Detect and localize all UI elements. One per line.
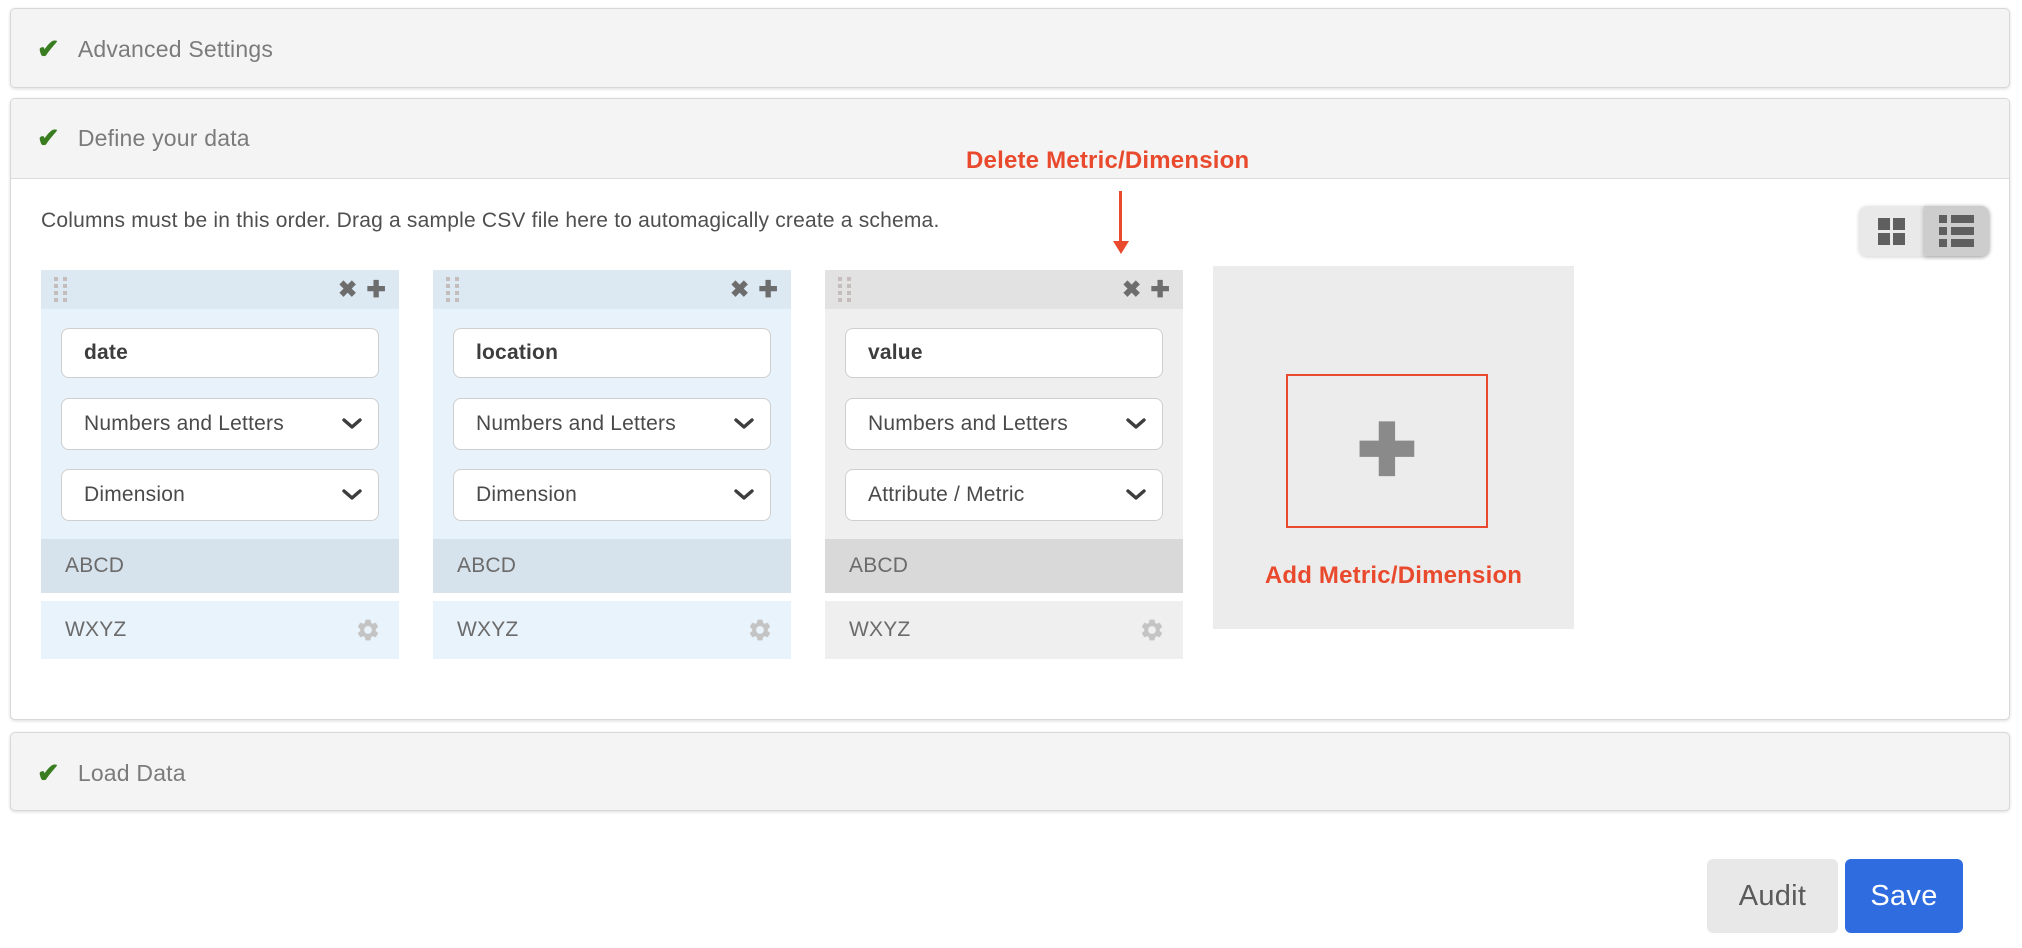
drag-handle-icon[interactable] (54, 277, 67, 302)
column-card-body: Numbers and Letters Attribute / Metric (825, 309, 1183, 539)
column-card-header: ✖ ✚ (825, 270, 1183, 309)
check-icon: ✔ (37, 125, 60, 152)
add-column-icon[interactable]: ✚ (759, 278, 778, 301)
delete-column-icon[interactable]: ✖ (730, 278, 749, 301)
gear-icon[interactable] (1139, 617, 1165, 643)
drag-handle-icon[interactable] (446, 277, 459, 302)
add-annotation-label: Add Metric/Dimension (1213, 562, 1574, 590)
select-value: Numbers and Letters (84, 412, 284, 436)
sample-value: ABCD (65, 554, 124, 578)
panel-title: Advanced Settings (78, 36, 273, 63)
gear-icon[interactable] (355, 617, 381, 643)
select-value: Numbers and Letters (476, 412, 676, 436)
check-icon: ✔ (37, 36, 60, 63)
column-type-select[interactable]: Numbers and Letters (845, 398, 1163, 450)
select-value: Dimension (476, 483, 577, 507)
add-column-icon[interactable]: ✚ (1151, 278, 1170, 301)
sample-row: WXYZ (433, 601, 791, 659)
plus-icon: ✚ (1357, 415, 1418, 487)
view-toggle-group (1859, 206, 1989, 256)
sample-row: ABCD (41, 539, 399, 593)
chevron-down-icon (1126, 489, 1146, 501)
sample-value: ABCD (457, 554, 516, 578)
select-value: Numbers and Letters (868, 412, 1068, 436)
add-column-button[interactable]: ✚ (1286, 374, 1488, 528)
advanced-settings-header[interactable]: ✔ Advanced Settings (11, 9, 2009, 89)
column-card-body: Numbers and Letters Dimension (41, 309, 399, 539)
sample-value: WXYZ (849, 618, 910, 642)
column-type-select[interactable]: Numbers and Letters (61, 398, 379, 450)
select-value: Attribute / Metric (868, 483, 1024, 507)
save-button[interactable]: Save (1845, 859, 1963, 933)
chevron-down-icon (342, 489, 362, 501)
define-data-panel: ✔ Define your data Delete Metric/Dimensi… (10, 98, 2010, 720)
column-card-header: ✖ ✚ (433, 270, 791, 309)
column-name-input[interactable] (453, 328, 771, 378)
column-card-value: ✖ ✚ Numbers and Letters Attribute / Metr… (825, 270, 1183, 659)
add-column-area: ✚ Add Metric/Dimension (1213, 266, 1574, 629)
sample-value: ABCD (849, 554, 908, 578)
chevron-down-icon (342, 418, 362, 430)
sample-value: WXYZ (65, 618, 126, 642)
advanced-settings-panel[interactable]: ✔ Advanced Settings (10, 8, 2010, 88)
column-card-date: ✖ ✚ Numbers and Letters Dimension ABCD W… (41, 270, 399, 659)
column-type-select[interactable]: Numbers and Letters (453, 398, 771, 450)
column-card-body: Numbers and Letters Dimension (433, 309, 791, 539)
arrow-head (1113, 241, 1129, 254)
grid-view-button[interactable] (1859, 206, 1924, 256)
add-column-icon[interactable]: ✚ (367, 278, 386, 301)
sample-row: WXYZ (825, 601, 1183, 659)
sample-row: ABCD (433, 539, 791, 593)
check-icon: ✔ (37, 760, 60, 787)
select-value: Dimension (84, 483, 185, 507)
column-card-location: ✖ ✚ Numbers and Letters Dimension ABCD W… (433, 270, 791, 659)
sample-row: WXYZ (41, 601, 399, 659)
schema-builder-page: ✔ Advanced Settings ✔ Define your data D… (0, 0, 2022, 948)
sample-value: WXYZ (457, 618, 518, 642)
column-role-select[interactable]: Dimension (61, 469, 379, 521)
gear-icon[interactable] (747, 617, 773, 643)
column-card-header: ✖ ✚ (41, 270, 399, 309)
panel-title: Define your data (78, 125, 250, 152)
grid-view-icon (1878, 218, 1905, 245)
sample-row: ABCD (825, 539, 1183, 593)
delete-annotation-label: Delete Metric/Dimension (966, 147, 1249, 175)
delete-column-icon[interactable]: ✖ (338, 278, 357, 301)
drag-handle-icon[interactable] (838, 277, 851, 302)
delete-column-icon[interactable]: ✖ (1122, 278, 1141, 301)
load-data-header[interactable]: ✔ Load Data (11, 733, 2009, 813)
audit-button[interactable]: Audit (1707, 859, 1838, 933)
list-view-button[interactable] (1924, 206, 1989, 256)
panel-title: Load Data (78, 760, 186, 787)
delete-annotation-arrow (1119, 191, 1122, 241)
instruction-text: Columns must be in this order. Drag a sa… (41, 209, 939, 233)
chevron-down-icon (734, 418, 754, 430)
column-name-input[interactable] (61, 328, 379, 378)
chevron-down-icon (734, 489, 754, 501)
column-role-select[interactable]: Attribute / Metric (845, 469, 1163, 521)
list-view-icon (1939, 215, 1974, 247)
load-data-panel[interactable]: ✔ Load Data (10, 732, 2010, 811)
column-name-input[interactable] (845, 328, 1163, 378)
column-role-select[interactable]: Dimension (453, 469, 771, 521)
chevron-down-icon (1126, 418, 1146, 430)
